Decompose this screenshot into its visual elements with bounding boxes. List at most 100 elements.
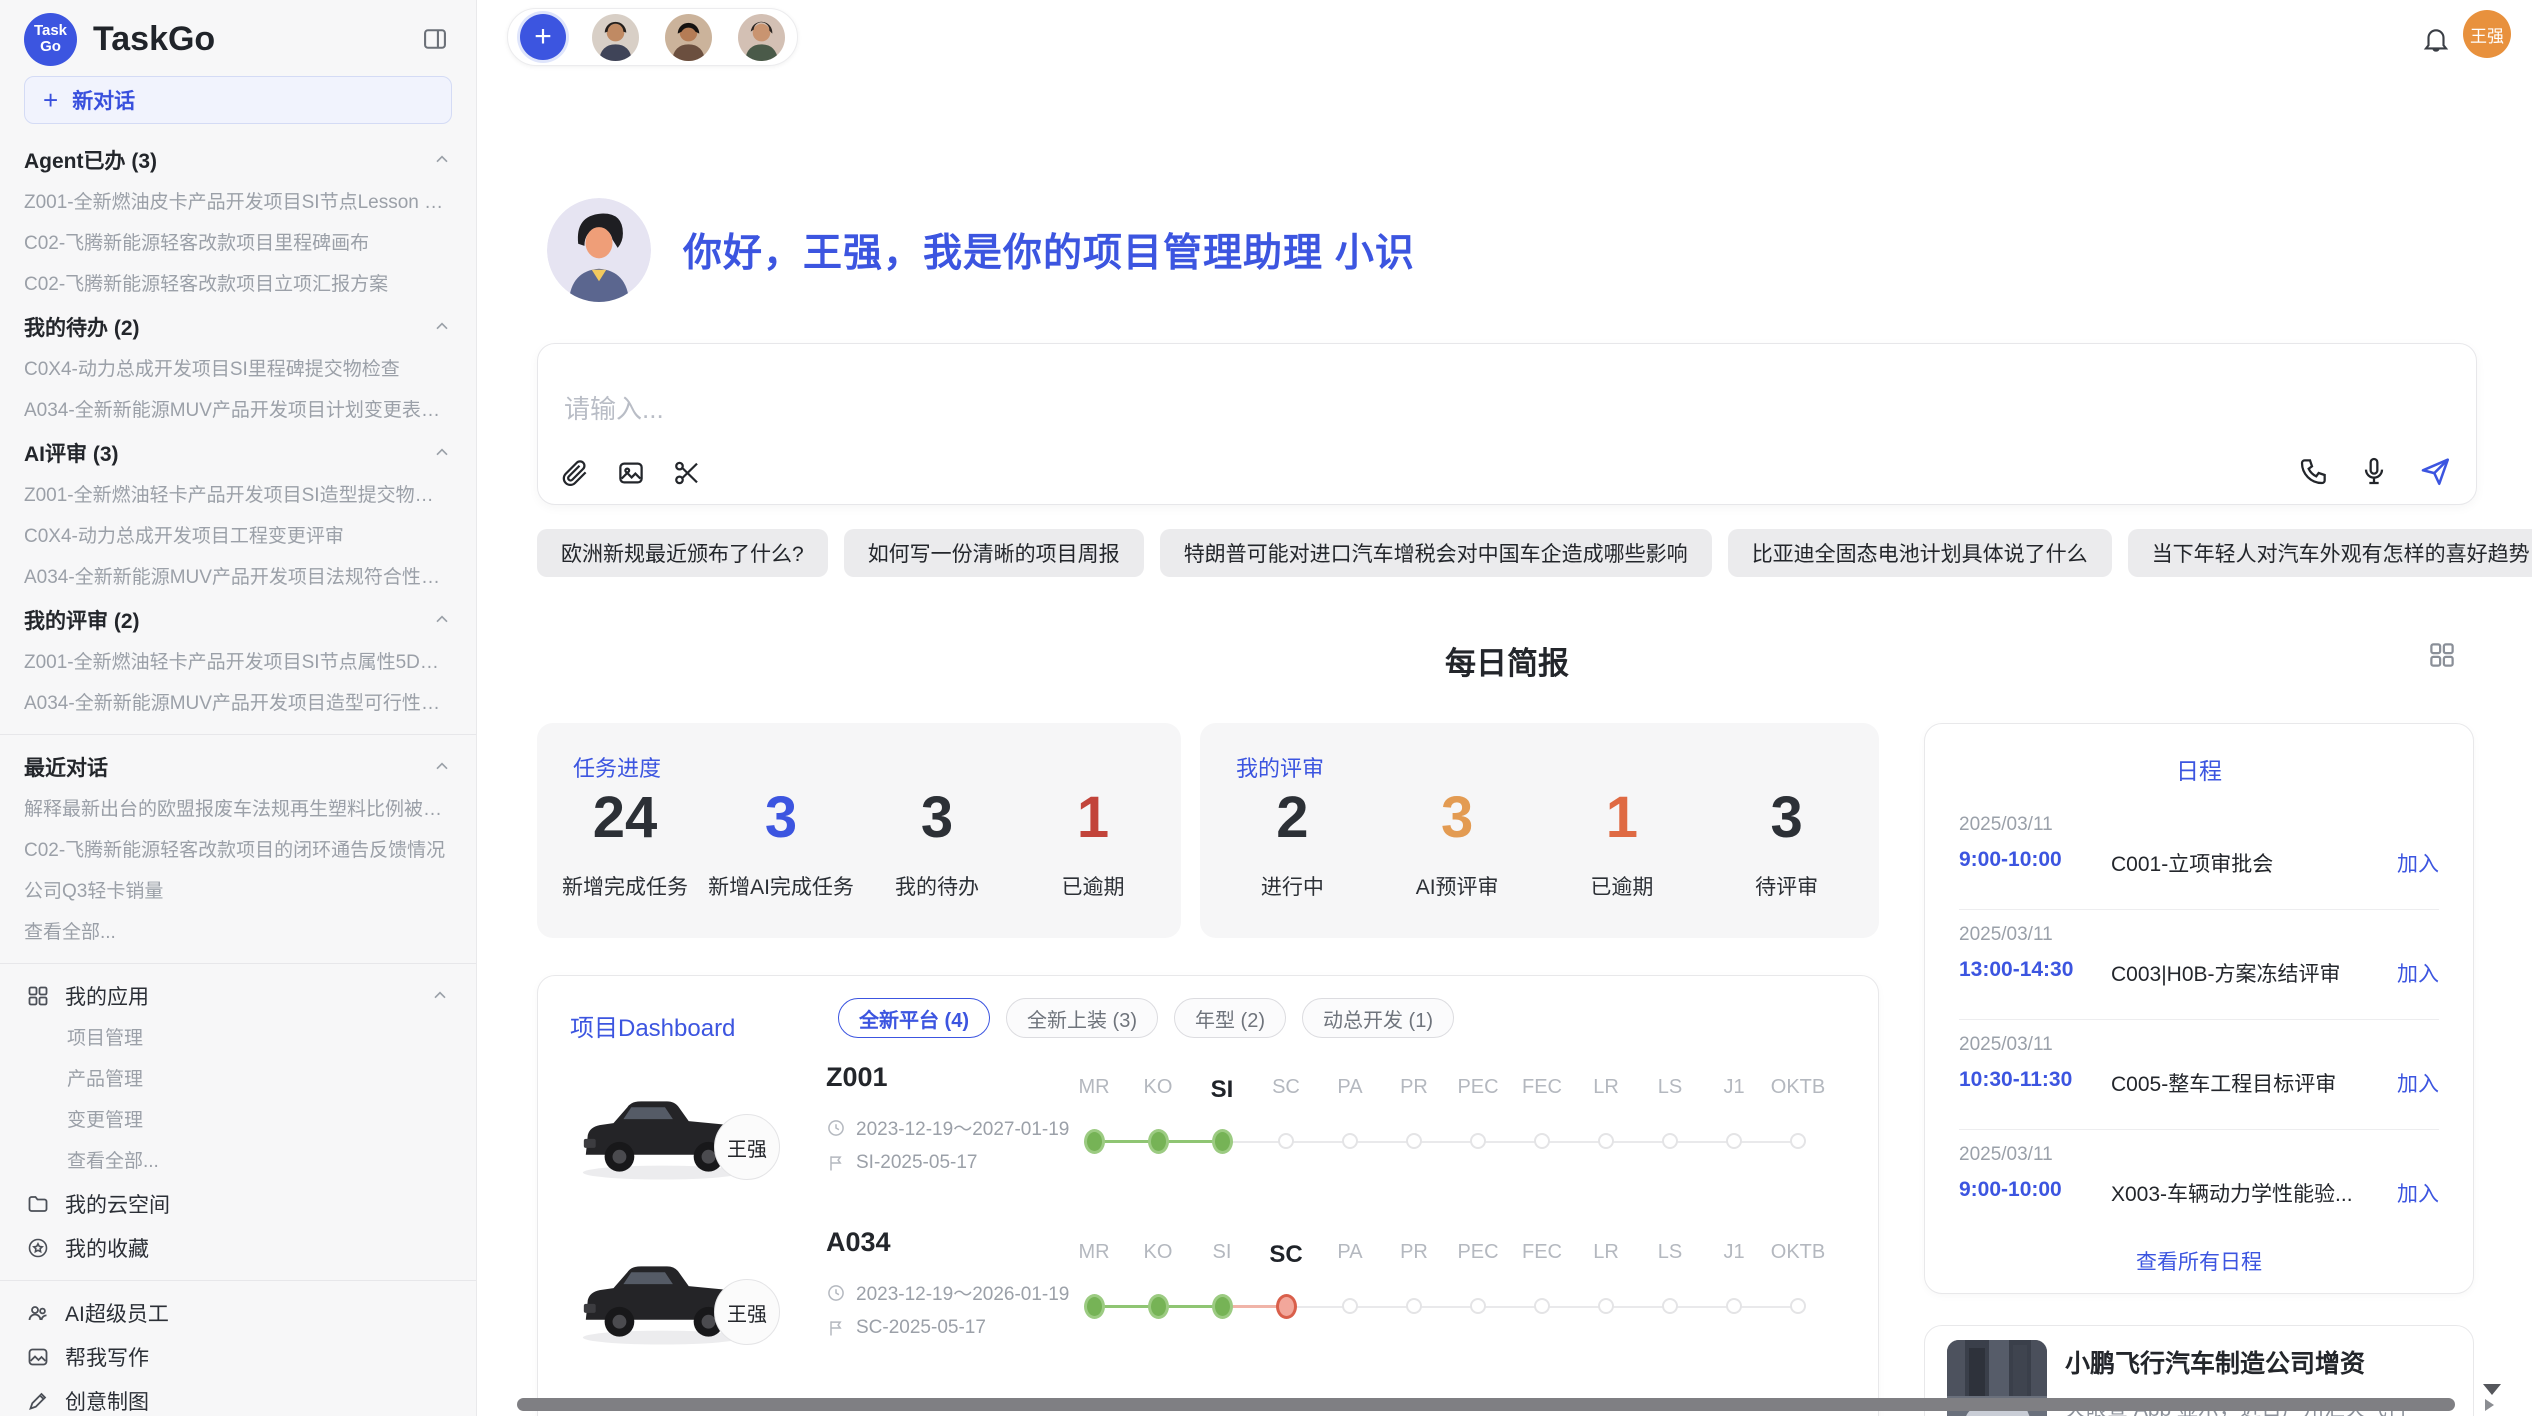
event-time: 10:30-11:30 bbox=[1959, 1068, 2072, 1092]
sidebar-task-item[interactable]: Z001-全新燃油轻卡产品开发项目SI节点属性5D文件评审 bbox=[0, 642, 476, 683]
milestone-dot-done bbox=[1212, 1294, 1233, 1319]
section-header-ai-review[interactable]: AI评审 (3) bbox=[0, 431, 476, 475]
chevron-up-icon[interactable] bbox=[432, 443, 452, 463]
milestone-dot-done bbox=[1212, 1129, 1233, 1154]
sidebar-item-favorites[interactable]: 我的收藏 bbox=[0, 1226, 476, 1270]
send-icon[interactable] bbox=[2418, 454, 2452, 488]
phone-icon[interactable] bbox=[2298, 455, 2330, 487]
contact-avatar-1[interactable] bbox=[592, 14, 639, 61]
tab-powertrain[interactable]: 动总开发 (1) bbox=[1302, 998, 1454, 1038]
sidebar-task-item[interactable]: C02-飞腾新能源轻客改款项目立项汇报方案 bbox=[0, 264, 476, 305]
join-meeting-link[interactable]: 加入 bbox=[2397, 958, 2439, 988]
join-meeting-link[interactable]: 加入 bbox=[2397, 848, 2439, 878]
sidebar-task-item[interactable]: C0X4-动力总成开发项目工程变更评审 bbox=[0, 516, 476, 557]
sidebar-item-creative-drawing[interactable]: 创意制图 bbox=[0, 1379, 476, 1416]
suggestion-chip[interactable]: 比亚迪全固态电池计划具体说了什么 bbox=[1728, 529, 2112, 577]
section-header-my-todo[interactable]: 我的待办 (2) bbox=[0, 305, 476, 349]
creative-drawing-label: 创意制图 bbox=[65, 1386, 450, 1416]
milestone-dot-done bbox=[1148, 1129, 1169, 1154]
join-meeting-link[interactable]: 加入 bbox=[2397, 1068, 2439, 1098]
project-row[interactable]: 王强 A034 2023-12-19～2026-01-19 SC-2025-05… bbox=[538, 1219, 1878, 1384]
sidebar-collapse-icon[interactable] bbox=[418, 22, 452, 56]
task-progress-title: 任务进度 bbox=[573, 751, 661, 783]
milestone-timeline: MR KO SI SC PA PR PEC FEC LR LS J1 OKTB bbox=[1062, 1076, 1830, 1156]
event-name: C003|H0B-方案冻结评审 bbox=[2111, 958, 2341, 988]
sidebar-task-item[interactable]: C0X4-动力总成开发项目SI里程碑提交物检查 bbox=[0, 349, 476, 390]
contact-avatar-3[interactable] bbox=[738, 14, 785, 61]
chevron-up-icon[interactable] bbox=[432, 317, 452, 337]
chevron-up-icon[interactable] bbox=[430, 986, 450, 1006]
assistant-avatar bbox=[547, 198, 651, 302]
sidebar-item-writing-helper[interactable]: 帮我写作 bbox=[0, 1335, 476, 1379]
view-all-chats-link[interactable]: 查看全部... bbox=[0, 912, 476, 953]
sidebar-task-item[interactable]: Z001-全新燃油皮卡产品开发项目SI节点Lesson Learn报告 bbox=[0, 182, 476, 223]
app-link-product-mgmt[interactable]: 产品管理 bbox=[0, 1059, 476, 1100]
sidebar-item-ai-super-staff[interactable]: AI超级员工 bbox=[0, 1291, 476, 1335]
divider bbox=[0, 1280, 476, 1281]
message-composer bbox=[537, 343, 2477, 505]
suggestion-chip[interactable]: 欧洲新规最近颁布了什么? bbox=[537, 529, 828, 577]
sidebar-task-item[interactable]: A034-全新新能源MUV产品开发项目造型可行性评审 bbox=[0, 683, 476, 724]
schedule-event: 2025/03/11 9:00-10:00 X003-车辆动力学性能验... 加… bbox=[1959, 1130, 2439, 1240]
apps-grid-icon bbox=[26, 984, 50, 1008]
project-row[interactable]: 王强 Z001 2023-12-19～2027-01-19 SI-2025-05… bbox=[538, 1054, 1878, 1219]
view-all-schedule-link[interactable]: 查看所有日程 bbox=[1925, 1246, 2473, 1276]
stat-in-progress: 2 进行中 bbox=[1210, 789, 1375, 901]
join-meeting-link[interactable]: 加入 bbox=[2397, 1178, 2439, 1208]
topbar-contacts-pill: + bbox=[507, 8, 798, 66]
sidebar-item-cloud-space[interactable]: 我的云空间 bbox=[0, 1182, 476, 1226]
recent-chat-item[interactable]: 公司Q3轻卡销量 bbox=[0, 871, 476, 912]
project-owner-badge: 王强 bbox=[714, 1114, 780, 1180]
message-input[interactable] bbox=[564, 394, 1764, 425]
section-header-recent-chats[interactable]: 最近对话 bbox=[0, 745, 476, 789]
scroll-right-arrow[interactable] bbox=[2485, 1399, 2494, 1411]
app-link-change-mgmt[interactable]: 变更管理 bbox=[0, 1100, 476, 1141]
sidebar-task-item[interactable]: A034-全新新能源MUV产品开发项目计划变更表编写 bbox=[0, 390, 476, 431]
tab-new-platform[interactable]: 全新平台 (4) bbox=[838, 998, 990, 1038]
suggestion-chip[interactable]: 当下年轻人对汽车外观有怎样的喜好趋势 bbox=[2128, 529, 2532, 577]
chevron-up-icon[interactable] bbox=[432, 150, 452, 170]
microphone-icon[interactable] bbox=[2358, 455, 2390, 487]
scissors-icon[interactable] bbox=[672, 458, 702, 488]
milestone-dot-done bbox=[1084, 1294, 1105, 1319]
notification-bell-icon[interactable] bbox=[2419, 22, 2453, 56]
tab-new-body[interactable]: 全新上装 (3) bbox=[1006, 998, 1158, 1038]
daily-briefing-title: 每日简报 bbox=[537, 638, 2477, 683]
event-time: 13:00-14:30 bbox=[1959, 958, 2073, 982]
sidebar-task-item[interactable]: C02-飞腾新能源轻客改款项目里程碑画布 bbox=[0, 223, 476, 264]
horizontal-scrollbar[interactable] bbox=[517, 1398, 2455, 1411]
event-date: 2025/03/11 bbox=[1959, 1144, 2053, 1166]
flag-icon bbox=[826, 1153, 846, 1173]
chevron-up-icon[interactable] bbox=[432, 610, 452, 630]
section-header-my-review[interactable]: 我的评审 (2) bbox=[0, 598, 476, 642]
plus-icon: + bbox=[43, 87, 58, 113]
app-title: TaskGo bbox=[93, 20, 418, 59]
paperclip-icon[interactable] bbox=[560, 458, 590, 488]
chevron-up-icon[interactable] bbox=[432, 757, 452, 777]
milestone-dot bbox=[1470, 1133, 1486, 1149]
user-avatar[interactable]: 王强 bbox=[2463, 10, 2511, 58]
view-all-apps-link[interactable]: 查看全部... bbox=[0, 1141, 476, 1182]
app-link-project-mgmt[interactable]: 项目管理 bbox=[0, 1018, 476, 1059]
tab-model-year[interactable]: 年型 (2) bbox=[1174, 998, 1286, 1038]
scroll-down-arrow[interactable] bbox=[2483, 1384, 2501, 1395]
clock-icon bbox=[826, 1118, 846, 1138]
sidebar-header: Task Go TaskGo bbox=[0, 0, 476, 76]
suggestion-chip[interactable]: 如何写一份清晰的项目周报 bbox=[844, 529, 1144, 577]
sidebar-task-item[interactable]: Z001-全新燃油轻卡产品开发项目SI造型提交物评审 bbox=[0, 475, 476, 516]
sidebar-task-item[interactable]: A034-全新新能源MUV产品开发项目法规符合性评审 bbox=[0, 557, 476, 598]
sidebar-item-my-apps[interactable]: 我的应用 bbox=[0, 974, 476, 1018]
suggestion-chip[interactable]: 特朗普可能对进口汽车增税会对中国车企造成哪些影响 bbox=[1160, 529, 1712, 577]
contact-avatar-2[interactable] bbox=[665, 14, 712, 61]
recent-chat-item[interactable]: 解释最新出台的欧盟报废车法规再生塑料比例被调至15%... bbox=[0, 789, 476, 830]
recent-chat-item[interactable]: C02-飞腾新能源轻客改款项目的闭环通告反馈情况 bbox=[0, 830, 476, 871]
project-name: A034 bbox=[826, 1227, 891, 1258]
milestone-dot bbox=[1790, 1133, 1806, 1149]
section-header-agent-done[interactable]: Agent已办 (3) bbox=[0, 138, 476, 182]
stat-ai-prereview: 3 AI预评审 bbox=[1375, 789, 1540, 901]
image-upload-icon[interactable] bbox=[616, 458, 646, 488]
ai-super-staff-label: AI超级员工 bbox=[65, 1298, 450, 1328]
add-contact-button[interactable]: + bbox=[520, 14, 566, 60]
layout-grid-icon[interactable] bbox=[2427, 640, 2459, 672]
new-chat-button[interactable]: + 新对话 bbox=[24, 76, 452, 124]
